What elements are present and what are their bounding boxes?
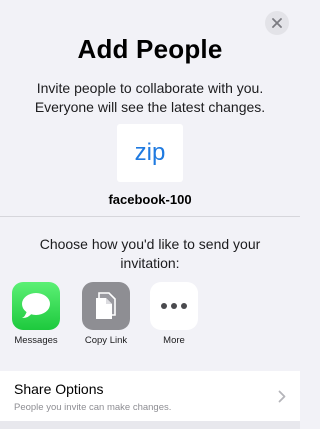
share-options-title: Share Options: [14, 381, 104, 397]
share-app-label: Messages: [14, 335, 58, 346]
more-icon: [150, 282, 198, 330]
share-options-subtitle: People you invite can make changes.: [14, 402, 172, 413]
share-app-messages[interactable]: Messages: [6, 282, 66, 346]
close-icon: [272, 18, 282, 28]
bottom-strip: [0, 421, 300, 429]
subtitle-text: Invite people to collaborate with you. E…: [34, 80, 266, 115]
messages-icon: [12, 282, 60, 330]
share-app-label: Copy Link: [84, 335, 128, 346]
close-button[interactable]: [265, 11, 289, 35]
share-app-more[interactable]: More: [144, 282, 204, 346]
zip-thumbnail-text: zip: [134, 139, 166, 166]
share-prompt: Choose how you'd like to send your invit…: [39, 236, 261, 271]
file-thumbnail: zip: [117, 124, 183, 182]
divider: [0, 216, 300, 217]
share-options-row[interactable]: Share Options People you invite can make…: [0, 371, 300, 421]
page-title: Add People: [77, 34, 223, 64]
share-app-label: More: [163, 335, 185, 346]
add-people-sheet: Add People Invite people to collaborate …: [0, 0, 300, 429]
share-apps-row: Messages Copy Link More: [12, 282, 300, 346]
copy-link-icon: [82, 282, 130, 330]
chevron-right-icon: [278, 390, 286, 403]
share-app-copy-link[interactable]: Copy Link: [76, 282, 136, 346]
file-name: facebook-100: [108, 192, 192, 207]
